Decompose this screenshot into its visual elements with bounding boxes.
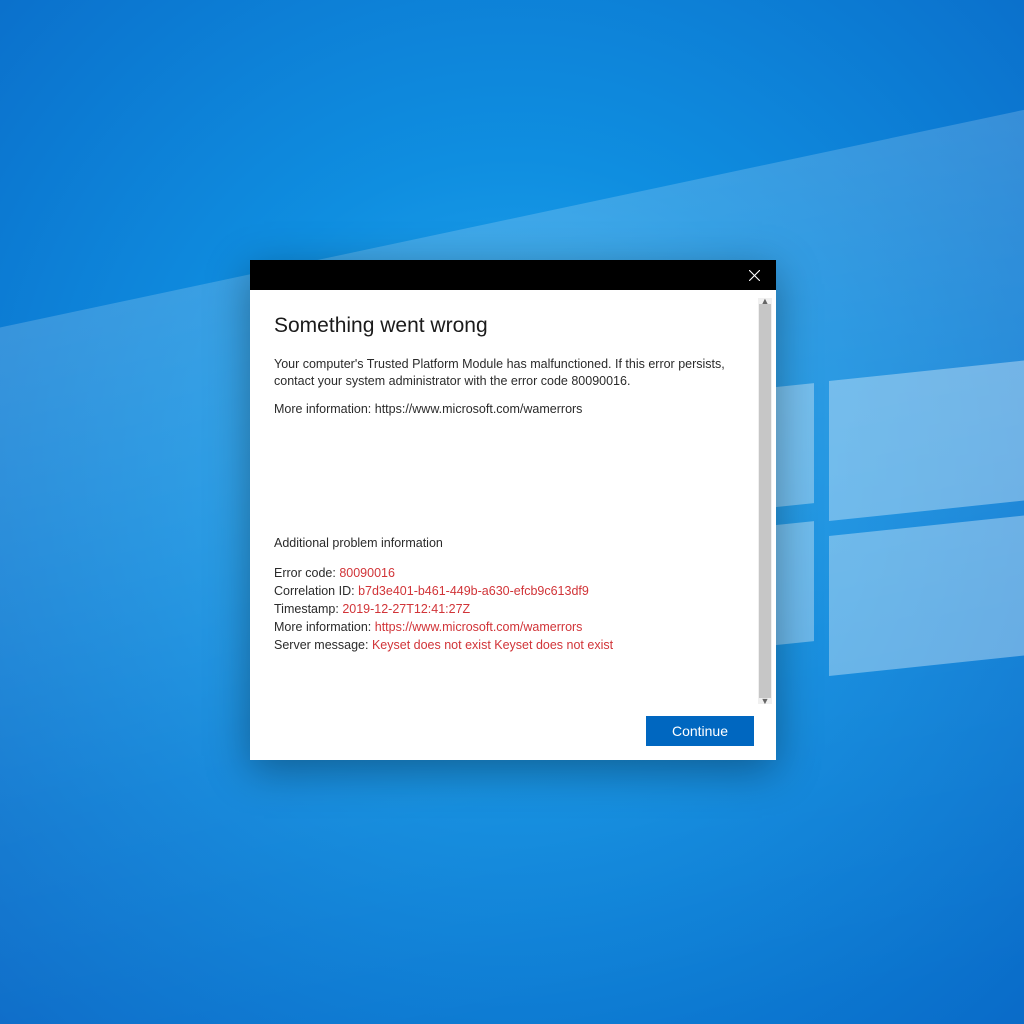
close-button[interactable]: [732, 260, 776, 290]
more-info-line: More information: https://www.microsoft.…: [274, 402, 752, 416]
dialog-titlebar: [250, 260, 776, 290]
error-description: Your computer's Trusted Platform Module …: [274, 356, 736, 390]
dialog-footer: Continue: [646, 716, 754, 746]
timestamp-row: Timestamp: 2019-12-27T12:41:27Z: [274, 600, 752, 618]
scroll-down-icon[interactable]: ▼: [758, 696, 772, 706]
dialog-title: Something went wrong: [274, 314, 752, 338]
more-info-row: More information: https://www.microsoft.…: [274, 618, 752, 636]
scrollbar[interactable]: ▲ ▼: [758, 298, 772, 704]
timestamp-value: 2019-12-27T12:41:27Z: [342, 602, 470, 616]
error-code-value: 80090016: [339, 566, 395, 580]
dialog-body: ▲ ▼ Something went wrong Your computer's…: [250, 290, 776, 760]
error-dialog: ▲ ▼ Something went wrong Your computer's…: [250, 260, 776, 760]
server-message-label: Server message:: [274, 638, 368, 652]
more-info-detail-label: More information:: [274, 620, 371, 634]
additional-info-heading: Additional problem information: [274, 536, 752, 550]
error-code-label: Error code:: [274, 566, 336, 580]
correlation-id-label: Correlation ID:: [274, 584, 355, 598]
scroll-thumb[interactable]: [759, 304, 771, 698]
server-message-row: Server message: Keyset does not exist Ke…: [274, 636, 752, 654]
more-info-detail-value: https://www.microsoft.com/wamerrors: [375, 620, 583, 634]
more-info-label: More information:: [274, 402, 371, 416]
desktop-background: ▲ ▼ Something went wrong Your computer's…: [0, 0, 1024, 1024]
server-message-value: Keyset does not exist Keyset does not ex…: [372, 638, 613, 652]
continue-button[interactable]: Continue: [646, 716, 754, 746]
timestamp-label: Timestamp:: [274, 602, 339, 616]
correlation-id-value: b7d3e401-b461-449b-a630-efcb9c613df9: [358, 584, 589, 598]
close-icon: [749, 270, 760, 281]
correlation-id-row: Correlation ID: b7d3e401-b461-449b-a630-…: [274, 582, 752, 600]
error-code-row: Error code: 80090016: [274, 564, 752, 582]
more-info-url: https://www.microsoft.com/wamerrors: [375, 402, 583, 416]
